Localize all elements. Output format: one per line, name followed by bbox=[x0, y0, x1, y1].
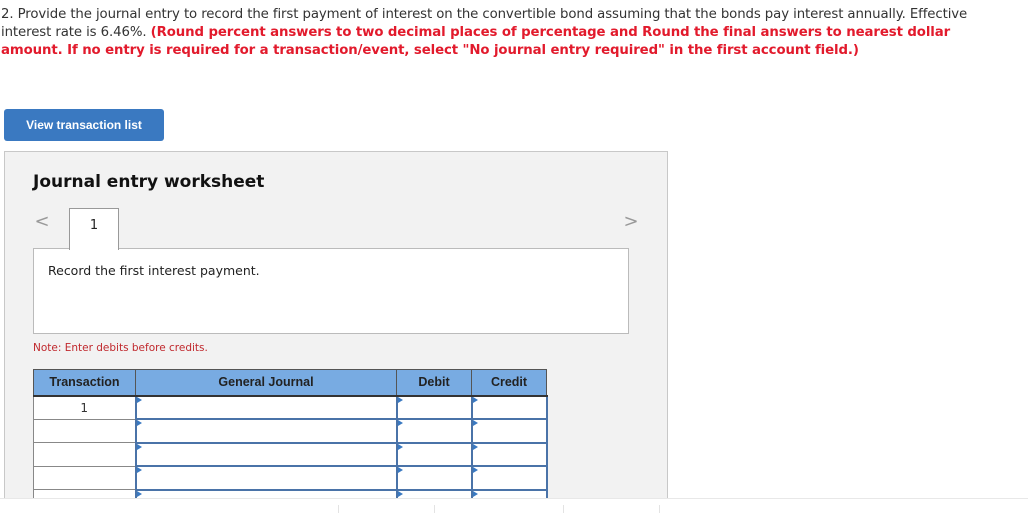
credit-input[interactable] bbox=[472, 467, 546, 489]
question-text: 2. Provide the journal entry to record t… bbox=[1, 6, 1001, 60]
view-transaction-list-button[interactable]: View transaction list bbox=[4, 109, 164, 141]
divider bbox=[563, 505, 564, 513]
credit-input[interactable] bbox=[472, 443, 546, 465]
column-header-credit: Credit bbox=[471, 369, 547, 397]
divider bbox=[338, 505, 339, 513]
transaction-number: 1 bbox=[33, 395, 136, 420]
transaction-description: Record the first interest payment. bbox=[48, 263, 260, 278]
debit-input[interactable] bbox=[397, 396, 471, 418]
table-row bbox=[33, 418, 548, 444]
account-select[interactable] bbox=[136, 420, 396, 442]
tab-1[interactable]: 1 bbox=[69, 208, 119, 250]
column-header-debit: Debit bbox=[396, 369, 472, 397]
table-row bbox=[33, 465, 548, 491]
credit-input[interactable] bbox=[472, 420, 546, 442]
transaction-number bbox=[33, 418, 136, 443]
column-header-transaction: Transaction bbox=[33, 369, 136, 397]
transaction-description-box: Record the first interest payment. bbox=[33, 248, 629, 334]
account-select[interactable] bbox=[136, 467, 396, 489]
bottom-bar bbox=[0, 498, 1028, 513]
journal-entry-worksheet: Journal entry worksheet < 1 > Record the… bbox=[4, 151, 668, 513]
divider bbox=[659, 505, 660, 513]
debit-input[interactable] bbox=[397, 467, 471, 489]
account-select[interactable] bbox=[136, 443, 396, 465]
debit-input[interactable] bbox=[397, 420, 471, 442]
transaction-number bbox=[33, 465, 136, 490]
chevron-right-icon[interactable]: > bbox=[623, 212, 639, 232]
table-header-row: Transaction General Journal Debit Credit bbox=[33, 369, 547, 397]
transaction-number bbox=[33, 442, 136, 467]
column-header-general-journal: General Journal bbox=[135, 369, 397, 397]
credit-input[interactable] bbox=[472, 396, 546, 418]
table-row bbox=[33, 441, 548, 467]
divider bbox=[434, 505, 435, 513]
debit-input[interactable] bbox=[397, 443, 471, 465]
note-text: Note: Enter debits before credits. bbox=[33, 342, 208, 354]
chevron-left-icon[interactable]: < bbox=[34, 212, 50, 232]
account-select[interactable] bbox=[136, 396, 396, 418]
general-journal-table: Transaction General Journal Debit Credit… bbox=[33, 369, 548, 513]
table-row: 1 bbox=[33, 394, 548, 420]
worksheet-title: Journal entry worksheet bbox=[33, 172, 265, 192]
